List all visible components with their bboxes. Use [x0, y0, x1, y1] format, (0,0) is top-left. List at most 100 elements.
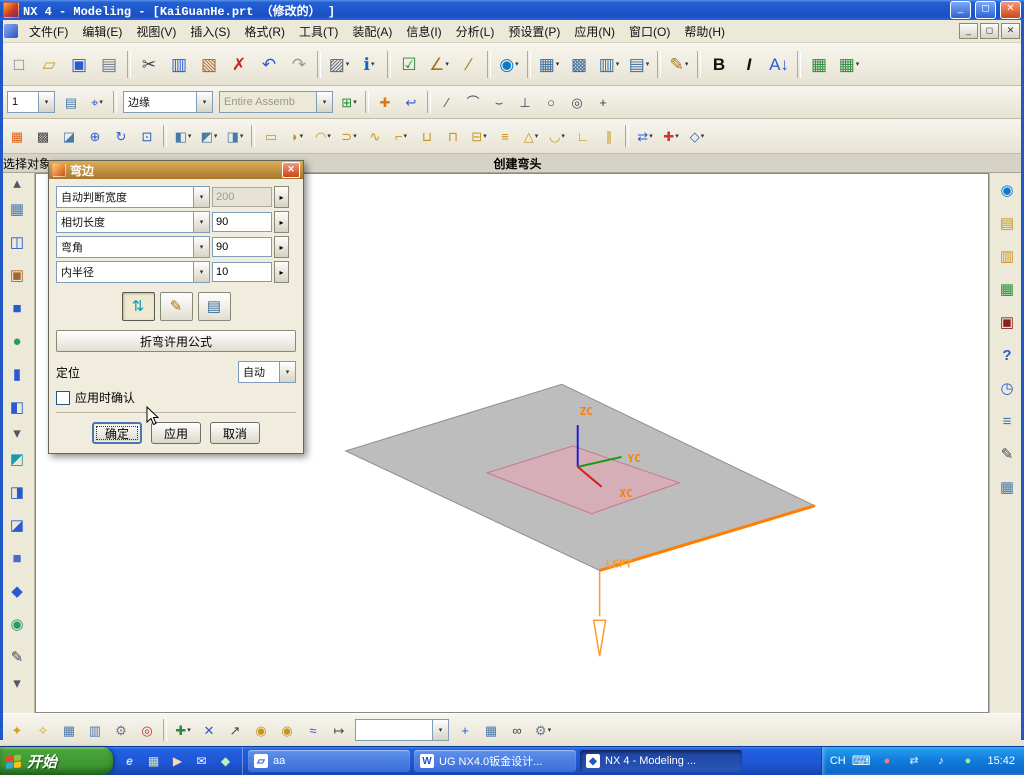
user-tool-icon[interactable]: ◉ — [4, 611, 30, 637]
diamond-feature-icon[interactable]: ◆ — [4, 578, 30, 604]
sm-rebend-icon[interactable]: ⊓ — [441, 124, 465, 148]
layer-table-icon[interactable]: ▦ ▾ — [535, 50, 563, 79]
bend-angle-combo[interactable]: 弯角 ▾ — [56, 236, 210, 258]
teal-feature-icon[interactable]: ◩ — [4, 446, 30, 472]
taskbar-task[interactable]: W UG NX4.0钣金设计... — [414, 750, 576, 772]
datum-tool-icon[interactable]: ◧ — [4, 394, 30, 420]
integrated-browser-icon[interactable]: ◉ — [994, 177, 1020, 203]
orient-view-icon[interactable]: ◧ ▾ — [171, 124, 195, 148]
vector-tool-icon[interactable]: ↗ — [223, 718, 247, 742]
open-icon[interactable]: ▱ — [35, 50, 63, 79]
copy-icon[interactable]: ▥ — [165, 50, 193, 79]
position-combo-arrow[interactable]: ▾ — [279, 362, 295, 382]
repeat-command-icon[interactable]: ▨ ▾ — [325, 50, 353, 79]
view-layout-icon[interactable]: ◨ ▾ — [223, 124, 247, 148]
details-panel-icon[interactable]: ≡ — [994, 408, 1020, 434]
minimize-button[interactable]: _ — [950, 1, 971, 19]
snap-arc-icon[interactable]: ⌒ — [461, 90, 485, 114]
information-dropdown[interactable]: ▾ — [371, 60, 375, 68]
gear-add-dropdown[interactable]: ▾ — [548, 726, 552, 734]
menu-item[interactable]: 编辑(E) — [75, 21, 129, 42]
menu-item[interactable]: 窗口(O) — [622, 21, 677, 42]
sm-dimple-icon[interactable]: △ ▾ — [519, 124, 543, 148]
restore-button[interactable]: ◻ — [975, 1, 996, 19]
cell-format-icon[interactable]: ▩ — [565, 50, 593, 79]
redo-icon[interactable]: ↷ — [285, 50, 313, 79]
sm-misc-icon[interactable]: ◇ ▾ — [685, 124, 709, 148]
snap-star-icon[interactable]: ✦ — [5, 718, 29, 742]
save-icon[interactable]: ▣ — [65, 50, 93, 79]
curve-rule-combo-arrow[interactable]: ▾ — [196, 92, 212, 112]
annotate-tool-icon[interactable]: ✎ — [4, 644, 30, 670]
mail-icon[interactable]: ✉ — [191, 751, 212, 772]
help-icon[interactable]: ? — [994, 342, 1020, 368]
web-browser-dropdown[interactable]: ▾ — [515, 60, 519, 68]
create-point-dropdown[interactable]: ▾ — [187, 726, 191, 734]
close-button[interactable]: ✕ — [1000, 1, 1021, 19]
tangent-length-combo[interactable]: 相切长度 ▾ — [56, 211, 210, 233]
show-desktop-icon[interactable]: ▦ — [143, 751, 164, 772]
width-expression-button[interactable]: ▸ — [274, 186, 289, 208]
sm-bead-icon[interactable]: ◡ ▾ — [545, 124, 569, 148]
roles-icon[interactable]: ▣ — [994, 309, 1020, 335]
export-table-icon[interactable]: ▦ ▾ — [835, 50, 863, 79]
menu-item[interactable]: 分析(L) — [449, 21, 502, 42]
merge-cells-dropdown[interactable]: ▾ — [616, 60, 620, 68]
sphere-tool-icon[interactable]: ● — [4, 328, 30, 354]
gear-add-icon[interactable]: ⚙ ▾ — [531, 718, 555, 742]
mdi-close-button[interactable]: ✕ — [1001, 23, 1020, 39]
task-checklist-icon[interactable]: ☑ — [395, 50, 423, 79]
grid-a-icon[interactable]: ▦ — [57, 718, 81, 742]
sm-corner-icon[interactable]: ∟ — [571, 124, 595, 148]
bend-angle-input[interactable] — [212, 237, 272, 257]
split-cells-icon[interactable]: ▤ ▾ — [625, 50, 653, 79]
inner-radius-expression-button[interactable]: ▸ — [274, 261, 289, 283]
close-tool-icon[interactable]: ✕ — [197, 718, 221, 742]
sort-az-icon[interactable]: A↓ — [765, 50, 793, 79]
history-icon[interactable]: ◷ — [994, 375, 1020, 401]
blue-feature-b-icon[interactable]: ◪ — [4, 512, 30, 538]
zoom-icon[interactable]: ⊕ — [83, 124, 107, 148]
sm-tab-icon[interactable]: ▭ — [259, 124, 283, 148]
spreadsheet-panel-icon[interactable]: ▦ — [994, 474, 1020, 500]
layer-combo-arrow[interactable]: ▾ — [38, 92, 54, 112]
part-navigator-icon[interactable]: ▦ — [994, 276, 1020, 302]
menu-item[interactable]: 格式(R) — [237, 21, 292, 42]
ok-button[interactable]: 确定 — [92, 422, 142, 444]
solid-cube-icon[interactable]: ■ — [4, 295, 30, 321]
scroll-down-icon[interactable]: ▾ — [8, 676, 26, 691]
window-titlebar[interactable]: NX 4 - Modeling - [KaiGuanHe.prt （修改的） ]… — [0, 0, 1024, 20]
layer-table-dropdown[interactable]: ▾ — [556, 60, 560, 68]
sm-misc-dropdown[interactable]: ▾ — [701, 132, 705, 140]
coin-b-icon[interactable]: ◉ — [275, 718, 299, 742]
wireframe-box-icon[interactable]: ◫ — [4, 229, 30, 255]
sm-unbend-icon[interactable]: ⊔ — [415, 124, 439, 148]
start-button[interactable]: 开始 — [0, 747, 113, 775]
sm-jog-icon[interactable]: ∿ — [363, 124, 387, 148]
add-to-assembly-icon[interactable]: ⊞ ▾ — [337, 90, 361, 114]
mdi-restore-button[interactable]: ◻ — [980, 23, 999, 39]
layer-combo[interactable]: 1 ▾ — [7, 91, 55, 113]
sm-feature-add-dropdown[interactable]: ▾ — [675, 132, 679, 140]
media-player-icon[interactable]: ▶ — [167, 751, 188, 772]
sm-rip-icon[interactable]: ∥ — [597, 124, 621, 148]
gears-icon[interactable]: ⚙ — [109, 718, 133, 742]
scroll-up-icon[interactable]: ▴ — [8, 176, 26, 191]
menu-item[interactable]: 装配(A) — [345, 21, 399, 42]
snap-concentric-icon[interactable]: ◎ — [565, 90, 589, 114]
move-object-icon[interactable]: ✚ — [373, 90, 397, 114]
position-combo[interactable]: 自动 ▾ — [238, 361, 296, 383]
dialog-close-button[interactable]: ✕ — [282, 162, 300, 178]
coin-a-icon[interactable]: ◉ — [249, 718, 273, 742]
width-input[interactable] — [212, 187, 272, 207]
paste-icon[interactable]: ▧ — [195, 50, 223, 79]
sm-feature-add-icon[interactable]: ✚ ▾ — [659, 124, 683, 148]
cut-icon[interactable]: ✂ — [135, 50, 163, 79]
snap-point-icon[interactable]: + — [591, 90, 615, 114]
width-method-arrow[interactable]: ▾ — [193, 187, 209, 207]
sm-flange-dropdown[interactable]: ▾ — [300, 132, 304, 140]
assembly-navigator-icon[interactable]: ▤ — [994, 210, 1020, 236]
node-point-icon[interactable]: + — [453, 718, 477, 742]
grid-snap-icon[interactable]: ▦ — [479, 718, 503, 742]
sm-hem-dropdown[interactable]: ▾ — [353, 132, 357, 140]
